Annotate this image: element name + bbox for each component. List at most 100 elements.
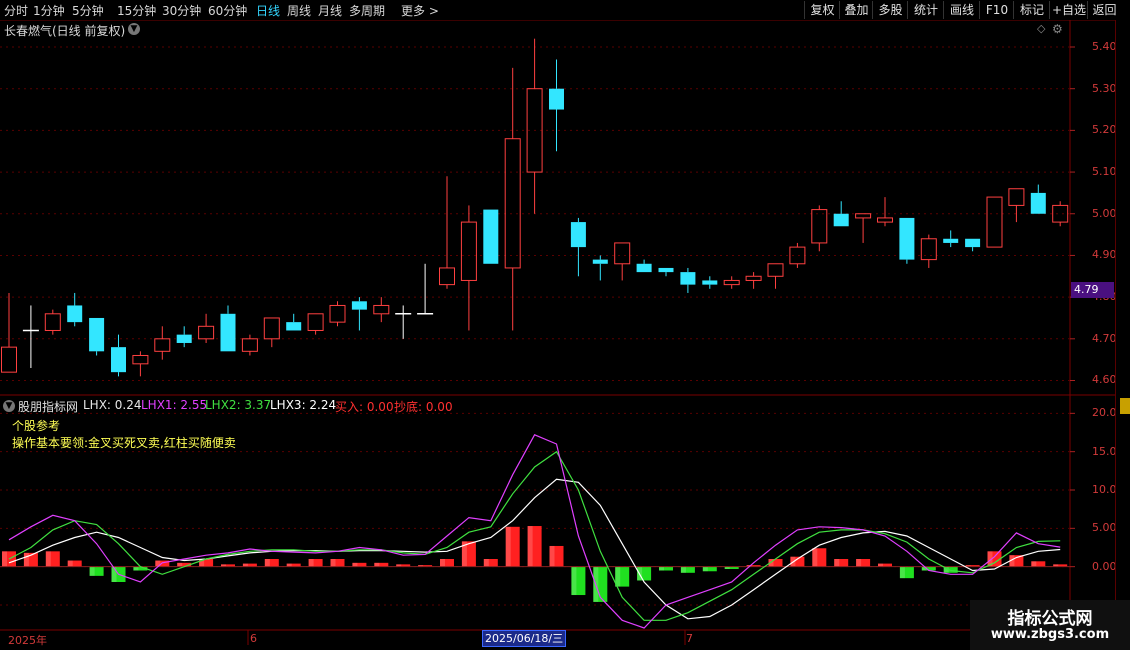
- indicator-bar-highlight: [374, 562, 380, 567]
- candle: [307, 313, 324, 335]
- candle: [526, 38, 543, 214]
- candle: [263, 317, 280, 348]
- indicator-bar-highlight: [812, 548, 818, 567]
- candle: [1, 292, 17, 373]
- indicator-bar-highlight: [177, 562, 183, 567]
- candle: [220, 305, 236, 352]
- candle: [22, 305, 39, 368]
- candle: [111, 334, 126, 377]
- candle-body: [154, 338, 171, 352]
- candle: [1008, 188, 1025, 223]
- x-axis-label-july: 7: [686, 632, 693, 645]
- candle-body: [899, 217, 915, 260]
- candle: [855, 213, 872, 243]
- candle: [329, 301, 346, 327]
- indicator-bar-highlight: [264, 559, 270, 567]
- candle-body: [504, 138, 521, 269]
- candle: [811, 205, 828, 252]
- candle: [67, 292, 83, 327]
- candle-body: [1030, 192, 1046, 214]
- candle-body: [702, 280, 718, 285]
- candle-body: [176, 334, 192, 343]
- candle-body: [680, 272, 696, 285]
- candle-body: [811, 209, 828, 244]
- candle: [504, 67, 521, 331]
- candle: [1030, 184, 1046, 214]
- candle-body: [460, 221, 477, 281]
- candle-body: [614, 242, 631, 265]
- indicator-axis-label: 0.00: [1092, 559, 1117, 573]
- price-axis-label: 4.70: [1092, 331, 1117, 345]
- candle: [702, 276, 718, 289]
- candle-body: [745, 275, 762, 281]
- candle: [745, 272, 762, 289]
- candle-body: [549, 88, 564, 110]
- price-axis-label: 5.40: [1092, 40, 1117, 53]
- candle-body: [965, 238, 981, 248]
- candle-body: [89, 317, 105, 352]
- candle-body: [833, 213, 849, 227]
- candle-body: [986, 196, 1003, 248]
- side-panel-edge-yellow: [1120, 398, 1130, 414]
- indicator-bar-highlight: [45, 551, 51, 567]
- side-panel-strip: [1115, 20, 1130, 630]
- watermark-title: 指标公式网: [1007, 609, 1093, 629]
- candle: [198, 313, 215, 343]
- price-axis-label: 5.10: [1092, 165, 1117, 179]
- indicator-bar-highlight: [133, 566, 139, 571]
- candle-body: [439, 267, 455, 286]
- candle-body: [943, 238, 959, 243]
- candle-body: [373, 304, 390, 315]
- indicator-bar-highlight: [67, 560, 73, 567]
- price-axis-label: 5.30: [1092, 81, 1117, 95]
- candle: [943, 230, 959, 248]
- indicator-bar-highlight: [549, 545, 555, 567]
- candle-body: [263, 317, 280, 340]
- current-price-marker: 4.79: [1071, 282, 1114, 298]
- candle-body: [286, 322, 302, 331]
- candle-body: [1008, 188, 1025, 206]
- indicator-bar-highlight: [834, 559, 840, 567]
- candle-body: [307, 313, 324, 331]
- candle: [241, 334, 258, 356]
- candle: [899, 217, 915, 264]
- indicator-bar-highlight: [527, 526, 533, 567]
- candle-body: [351, 301, 367, 310]
- candle-body: [636, 263, 652, 273]
- chart-canvas[interactable]: [0, 0, 1130, 650]
- indicator-bar-highlight: [352, 562, 358, 567]
- indicator-bar-highlight: [659, 566, 664, 571]
- candle-body: [767, 263, 784, 277]
- candle: [549, 59, 564, 152]
- indicator-bar-highlight: [571, 566, 577, 596]
- indicator-bar-highlight: [23, 552, 29, 567]
- candle: [833, 201, 849, 227]
- candle-body: [132, 354, 149, 365]
- indicator-bar-highlight: [330, 559, 336, 567]
- indicator-bar-highlight: [505, 526, 511, 567]
- candle-body: [1, 346, 17, 373]
- candle-body: [329, 304, 346, 323]
- indicator-bar-highlight: [89, 566, 95, 576]
- candle: [767, 263, 784, 289]
- indicator-bar-highlight: [856, 559, 862, 567]
- candle: [351, 297, 367, 331]
- candle: [658, 267, 674, 277]
- indicator-bar-highlight: [440, 559, 445, 567]
- candle: [154, 326, 171, 360]
- candle: [680, 267, 696, 293]
- indicator-bar-highlight: [899, 566, 905, 579]
- candle-body: [658, 267, 674, 273]
- indicator-bar-highlight: [702, 566, 708, 572]
- candle: [920, 234, 937, 268]
- candle: [176, 326, 192, 348]
- candle-body: [855, 213, 872, 219]
- candle: [460, 205, 477, 331]
- price-axis-label: 4.60: [1092, 373, 1117, 387]
- candle: [417, 263, 434, 315]
- candle: [483, 209, 499, 264]
- candle-body: [483, 209, 499, 264]
- candle-body: [198, 325, 215, 340]
- candle: [132, 351, 149, 377]
- candle-body: [241, 338, 258, 352]
